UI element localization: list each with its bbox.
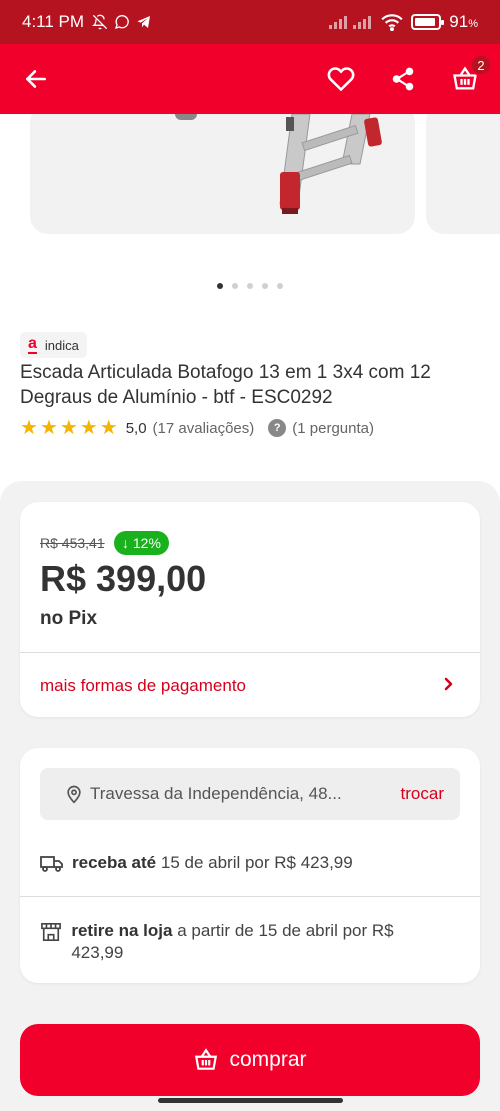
address-field[interactable]: Travessa da Independência, 48... trocar [40,768,460,820]
gallery-pagination [0,283,500,289]
chevron-right-icon[interactable] [442,674,456,699]
store-icon [40,920,63,948]
wifi-icon [381,14,403,31]
telegram-icon [137,16,151,28]
bell-off-icon [92,14,108,30]
rating-score: 5,0 [125,419,147,437]
divider [20,652,480,653]
favorite-button[interactable] [324,62,358,96]
shipping-card: Travessa da Independência, 48... trocar … [20,748,480,983]
star-icon: ★ [99,417,118,439]
pickup-label: retire na loja [71,921,173,940]
product-title: Escada Articulada Botafogo 13 em 1 3x4 c… [20,362,431,408]
battery-icon [411,14,445,30]
indica-logo: a [28,335,37,354]
more-payment-link[interactable]: mais formas de pagamento [40,676,246,696]
notification-icons [92,14,152,30]
share-icon [392,67,414,91]
star-icon: ★ [79,417,98,439]
truck-icon [40,852,64,880]
back-button[interactable] [18,61,54,97]
discount-badge: ↓ 12% [114,531,169,555]
divider [20,896,480,897]
product-image[interactable] [30,114,415,234]
current-price: R$ 399,00 [40,558,207,599]
pagination-dot[interactable] [232,283,238,289]
delivery-detail: 15 de abril por R$ 423,99 [160,853,353,872]
question-icon: ? [268,419,287,437]
cart-count-badge: 2 [470,54,492,76]
pagination-dot[interactable] [277,283,283,289]
whatsapp-icon [115,15,129,30]
buy-label: comprar [229,1048,307,1071]
location-pin-icon [67,785,81,804]
delivery-label: receba até [72,853,157,872]
star-icon: ★ [39,417,58,439]
heart-icon [327,67,355,92]
next-image-preview[interactable] [426,114,500,234]
delivery-option: receba até 15 de abril por R$ 423,99 [40,852,353,880]
ladder-image [175,114,382,214]
battery-percent: 91% [449,12,478,32]
payment-method: no Pix [40,608,98,629]
indica-label: indica [44,337,79,353]
pagination-dot[interactable] [262,283,268,289]
status-time: 4:11 PM [22,12,85,31]
star-icon: ★ [59,417,78,439]
app-bar: 2 [0,44,500,114]
battery-value: 91 [449,12,469,31]
pickup-option: retire na loja a partir de 15 de abril p… [40,920,440,964]
pagination-dot[interactable] [247,283,253,289]
old-price: R$ 453,41 [40,535,105,551]
share-button[interactable] [386,62,420,96]
product-gallery[interactable] [0,114,500,304]
home-indicator[interactable] [158,1098,343,1103]
system-icons: 91% [329,12,478,32]
questions-count: (1 pergunta) [292,419,374,437]
status-bar: 4:11 PM 91% [0,0,500,44]
star-icon: ★ [20,417,38,439]
signal-icon [329,16,372,29]
buy-button[interactable]: comprar [20,1024,480,1096]
change-address-button[interactable]: trocar [401,784,444,804]
star-rating: ★ ★ ★ ★ ★ [20,418,118,438]
questions-link[interactable]: ? (1 pergunta) [268,419,374,437]
indica-badge: a indica [20,332,87,358]
address-text: Travessa da Independência, 48... [90,784,342,803]
app-bar-actions: 2 [324,54,492,96]
arrow-left-icon [26,70,46,88]
battery-unit: % [468,18,478,30]
battery-fill [415,18,436,26]
rating-row[interactable]: ★ ★ ★ ★ ★ 5,0 (17 avaliações) ? (1 pergunta) [20,418,374,438]
basket-icon [195,1048,218,1070]
pagination-dot[interactable] [217,283,223,289]
reviews-count[interactable]: (17 avaliações) [153,420,255,437]
price-card: R$ 453,41 ↓ 12% R$ 399,00 no Pix mais fo… [20,502,480,717]
cart-button[interactable]: 2 [448,54,492,96]
